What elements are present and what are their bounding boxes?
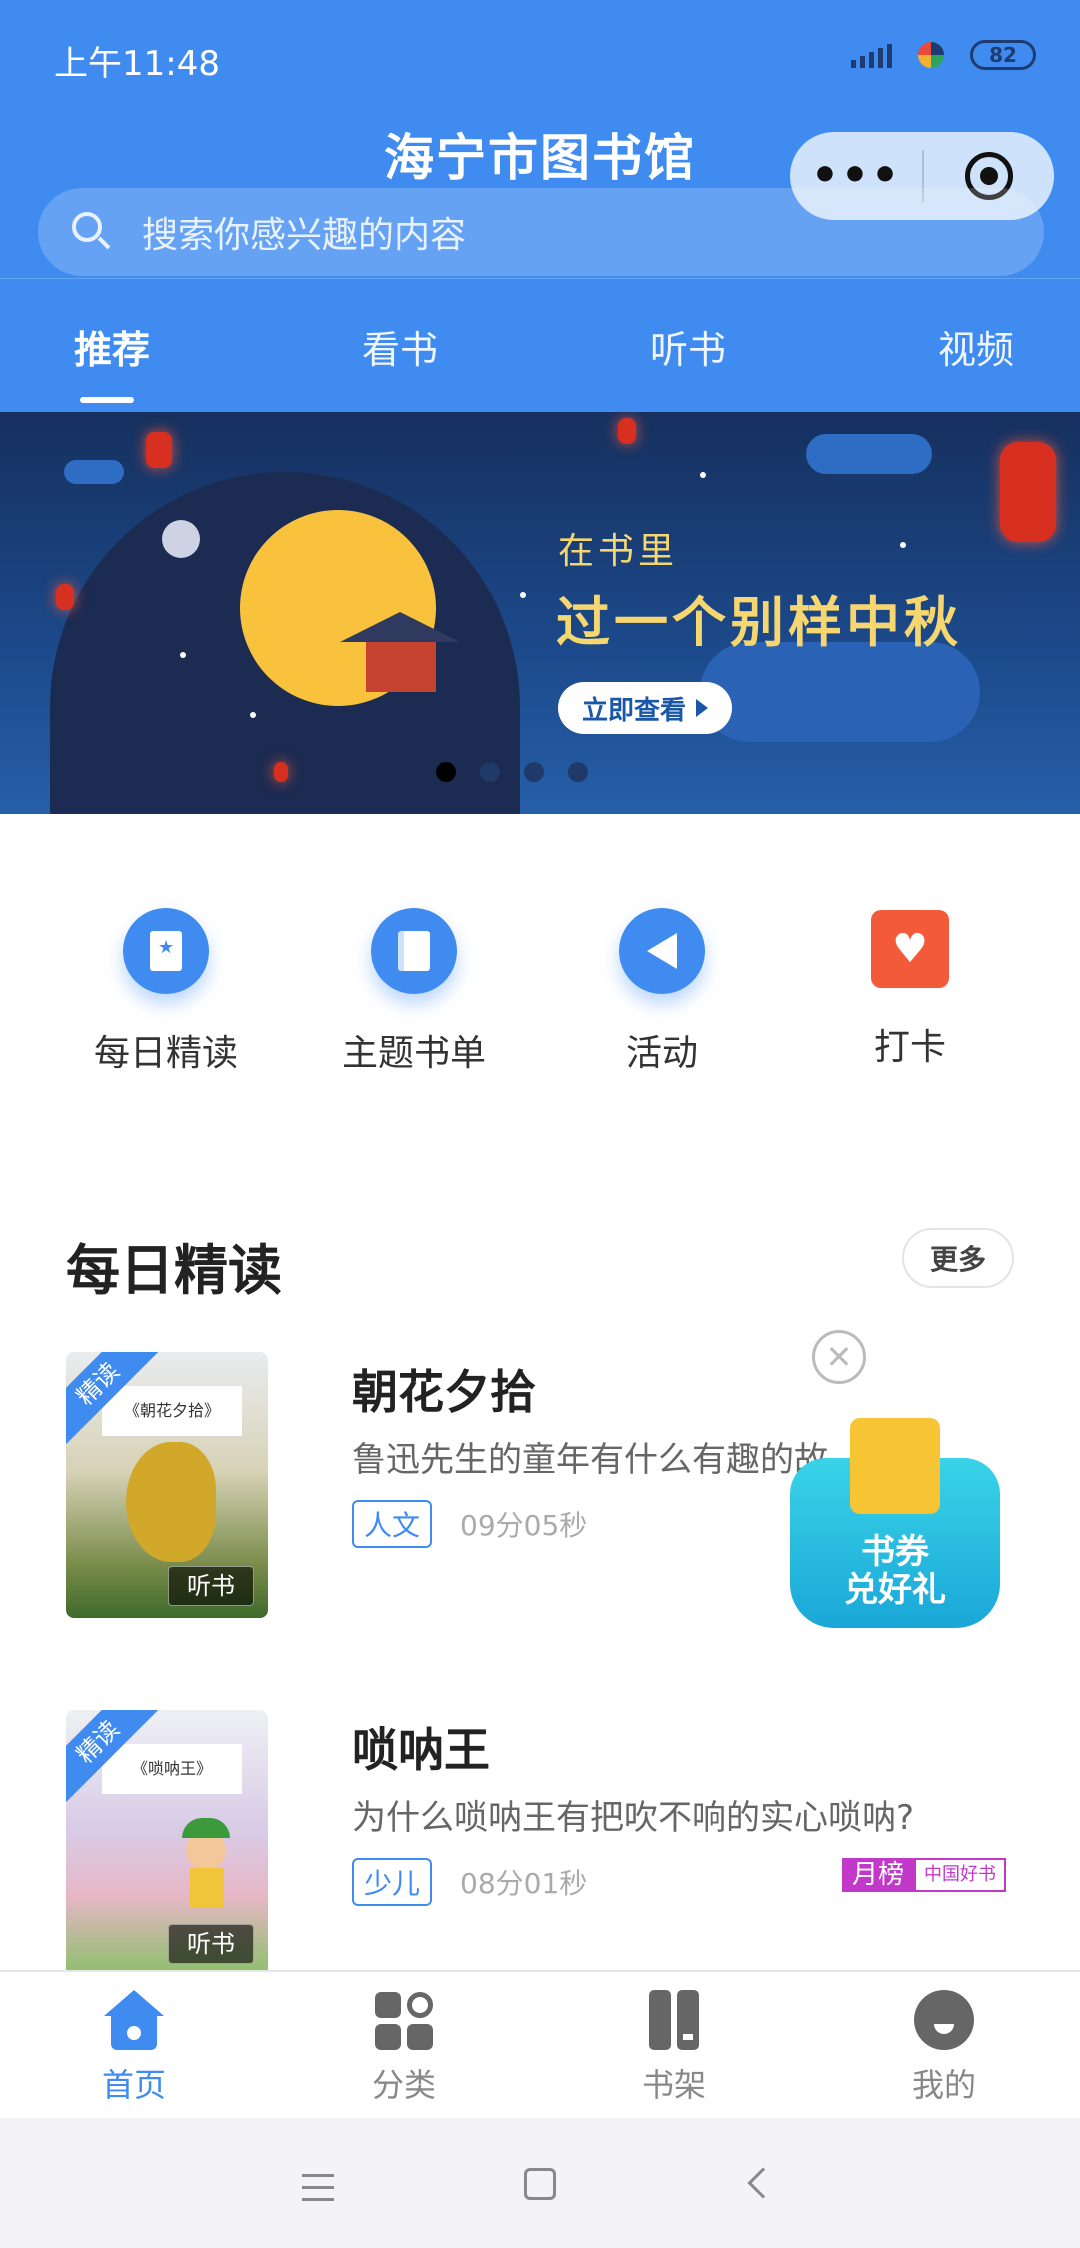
quick-entries: ★ 每日精读 主题书单 活动 ♥ 打卡 [0, 900, 1080, 1080]
banner-headline: 过一个别样中秋 [556, 591, 962, 654]
quick-entry-label: 打卡 [873, 1027, 946, 1068]
duration: 09分05秒 [460, 1509, 588, 1542]
lantern-icon [146, 432, 172, 468]
star-dot [250, 712, 256, 718]
book-cover[interactable]: 《唢呐王》 精读 听书 [66, 1710, 268, 1976]
quick-entry-activities[interactable]: 活动 [542, 900, 782, 1076]
pagination-dot-3[interactable] [524, 762, 544, 782]
rank-badge: 月榜 中国好书 [842, 1858, 1007, 1892]
rank-label: 月榜 [842, 1858, 915, 1892]
cover-title: 《朝花夕拾》 [102, 1386, 242, 1436]
nav-categories[interactable]: 分类 [324, 1990, 484, 2106]
bookshelf-icon [641, 1990, 707, 2052]
audio-tag: 听书 [168, 1924, 254, 1964]
tab-recommend[interactable]: 推荐 [74, 319, 150, 374]
nav-label: 分类 [371, 2066, 436, 2104]
book-title: 朝花夕拾 [352, 1365, 536, 1419]
top-tabs: 推荐 看书 听书 视频 [0, 278, 1080, 412]
lantern-icon [618, 418, 636, 444]
status-icons: 82 [851, 40, 1036, 70]
star-dot [180, 652, 186, 658]
system-navigation-bar [0, 2118, 1080, 2248]
duration: 08分01秒 [460, 1867, 588, 1900]
promo-banner[interactable]: 在书里 过一个别样中秋 立即查看 [0, 412, 1080, 814]
home-icon [101, 1990, 167, 2052]
book-title: 唢呐王 [352, 1723, 490, 1777]
pagination-dot-2[interactable] [480, 762, 500, 782]
book-icon [371, 908, 457, 994]
cloud-icon [64, 460, 124, 484]
profile-icon [911, 1990, 977, 2052]
battery-icon: 82 [970, 40, 1036, 70]
banner-view-button[interactable]: 立即查看 [558, 682, 733, 734]
active-tab-indicator [80, 397, 134, 403]
book-cover[interactable]: 《朝花夕拾》 精读 听书 [66, 1352, 268, 1618]
coupon-floating-button[interactable]: 书券 兑好礼 [790, 1418, 1000, 1628]
banner-subtitle: 在书里 [558, 531, 679, 572]
star-book-icon: ★ [123, 908, 209, 994]
search-placeholder: 搜索你感兴趣的内容 [142, 215, 467, 256]
pagination-dot-1[interactable] [436, 762, 456, 782]
nav-profile[interactable]: 我的 [864, 1990, 1024, 2106]
star-dot [520, 592, 526, 598]
grid-icon [371, 1990, 437, 2052]
coupon-line2: 兑好礼 [844, 1570, 946, 1610]
cover-title: 《唢呐王》 [102, 1744, 242, 1794]
book-description: 鲁迅先生的童年有什么有趣的故 [352, 1440, 828, 1480]
lantern-icon [1000, 442, 1056, 542]
more-button[interactable]: 更多 [902, 1228, 1014, 1288]
book-description: 为什么唢呐王有把吹不响的实心唢呐? [352, 1798, 915, 1838]
ticket-icon [850, 1418, 940, 1514]
nav-label: 我的 [911, 2066, 976, 2104]
search-bar[interactable]: 搜索你感兴趣的内容 [38, 188, 1044, 276]
quick-entry-label: 活动 [625, 1033, 698, 1074]
book-item[interactable]: 《唢呐王》 精读 听书 唢呐王 为什么唢呐王有把吹不响的实心唢呐? 少儿 08分… [0, 1710, 1080, 1980]
play-arrow-icon [696, 699, 709, 717]
tab-read[interactable]: 看书 [362, 319, 438, 374]
nav-bookshelf[interactable]: 书架 [594, 1990, 754, 2106]
search-icon [72, 212, 112, 252]
close-icon[interactable]: ✕ [812, 1330, 866, 1384]
back-icon[interactable] [747, 2167, 779, 2199]
nav-home[interactable]: 首页 [54, 1990, 214, 2106]
book-meta: 少儿 08分01秒 [352, 1858, 587, 1906]
lantern-icon [56, 584, 74, 610]
calendar-heart-icon: ♥ [871, 910, 949, 988]
small-moon [162, 520, 200, 558]
bottom-navigation: 首页 分类 书架 我的 [0, 1970, 1080, 2118]
cloud-icon [700, 642, 980, 742]
pinwheel-icon [918, 42, 944, 68]
quick-entry-checkin[interactable]: ♥ 打卡 [790, 900, 1030, 1070]
star-dot [700, 472, 706, 478]
nav-label: 首页 [101, 2066, 166, 2104]
home-square-icon[interactable] [524, 2168, 556, 2200]
banner-view-label: 立即查看 [582, 695, 687, 726]
cloud-icon [806, 434, 932, 474]
signal-icon [851, 42, 892, 68]
rank-source: 中国好书 [914, 1858, 1007, 1892]
book-meta: 人文 09分05秒 [352, 1500, 587, 1548]
quick-entry-booklists[interactable]: 主题书单 [294, 900, 534, 1076]
tab-listen[interactable]: 听书 [650, 319, 726, 374]
header: 上午11:48 82 海宁市图书馆 ••• 搜索你感兴趣的内容 推荐 看书 听书… [0, 0, 1080, 412]
menu-icon[interactable] [302, 2174, 334, 2201]
quick-entry-label: 主题书单 [341, 1033, 486, 1074]
tab-video[interactable]: 视频 [938, 319, 1014, 374]
nav-label: 书架 [641, 2066, 706, 2104]
pagoda-body [366, 642, 436, 692]
category-tag: 人文 [352, 1500, 433, 1548]
megaphone-icon [619, 908, 705, 994]
section-title: 每日精读 [66, 1239, 282, 1302]
audio-tag: 听书 [168, 1566, 254, 1606]
banner-pagination [0, 762, 1080, 782]
star-dot [900, 542, 906, 548]
pagination-dot-4[interactable] [568, 762, 588, 782]
status-time: 上午11:48 [54, 44, 220, 84]
quick-entry-label: 每日精读 [93, 1033, 238, 1074]
quick-entry-daily-reading[interactable]: ★ 每日精读 [46, 900, 286, 1076]
category-tag: 少儿 [352, 1858, 433, 1906]
